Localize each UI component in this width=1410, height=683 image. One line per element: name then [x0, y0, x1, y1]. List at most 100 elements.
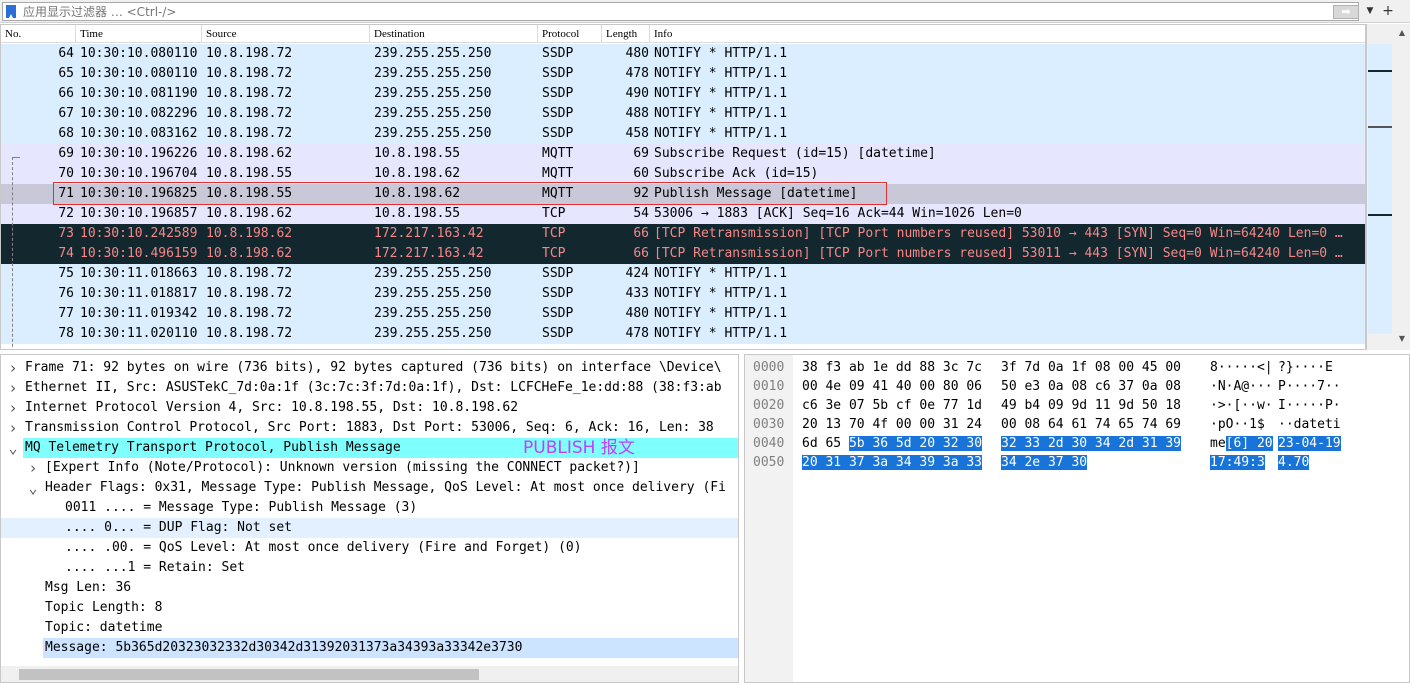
packet-source: 10.8.198.55 [206, 166, 293, 181]
packet-length: 66 [633, 246, 649, 261]
detail-tree-row[interactable]: Msg Len: 36 [1, 578, 738, 598]
packet-no: 64 [58, 46, 74, 61]
column-header-no[interactable]: No. [1, 25, 76, 43]
hex-bytes[interactable]: 50 e3 0a 08 c6 37 0a 08 [1001, 377, 1181, 396]
ascii-bytes[interactable]: I·····P· [1278, 396, 1341, 415]
ascii-bytes[interactable]: 4.70 [1278, 453, 1310, 472]
detail-tree-row[interactable]: 0011 .... = Message Type: Publish Messag… [1, 498, 738, 518]
packet-row[interactable]: 65 10:30:10.080110 10.8.198.72 239.255.255.… [1, 64, 1365, 84]
column-header-protocol[interactable]: Protocol [538, 25, 602, 43]
packet-bytes-pane: 0000 38 f3 ab 1e dd 88 3c 7c 3f 7d 0a 1f 0… [744, 354, 1410, 683]
packet-row[interactable]: 67 10:30:10.082296 10.8.198.72 239.255.255.… [1, 104, 1365, 124]
hex-bytes[interactable]: 20 31 37 3a 34 39 3a 33 [802, 453, 983, 472]
byte-offset: 0010 [753, 379, 785, 394]
packet-row[interactable]: 69 10:30:10.196226 10.8.198.62 10.8.198.55 M… [1, 144, 1365, 164]
ascii-bytes[interactable]: 17:49:3 [1210, 453, 1265, 472]
packet-row[interactable]: 77 10:30:11.019342 10.8.198.72 239.255.255.… [1, 304, 1365, 324]
detail-tree-text: Transmission Control Protocol, Src Port:… [25, 420, 714, 435]
ascii-bytes[interactable]: ·N·A@··· [1210, 377, 1273, 396]
packet-list-scrollbar[interactable]: ▲ ▼ [1366, 24, 1410, 350]
scroll-up-icon[interactable]: ▲ [1395, 26, 1409, 40]
bookmark-icon[interactable] [6, 5, 16, 18]
detail-tree-row[interactable]: .... .00. = QoS Level: At most once deli… [1, 538, 738, 558]
hex-bytes[interactable]: 3f 7d 0a 1f 08 00 45 00 [1001, 358, 1181, 377]
column-header-source[interactable]: Source [202, 25, 370, 43]
packet-row[interactable]: 78 10:30:11.020110 10.8.198.72 239.255.255.… [1, 324, 1365, 344]
detail-tree-row[interactable]: › Internet Protocol Version 4, Src: 10.8.… [1, 398, 738, 418]
hex-bytes[interactable]: 49 b4 09 9d 11 9d 50 18 [1001, 396, 1181, 415]
ascii-bytes[interactable]: ·>·[··w· [1210, 396, 1273, 415]
packet-row[interactable]: 66 10:30:10.081190 10.8.198.72 239.255.255.… [1, 84, 1365, 104]
scrollbar-thumb[interactable] [19, 669, 479, 680]
packet-row[interactable]: 74 10:30:10.496159 10.8.198.62 172.217.163.… [1, 244, 1365, 264]
ascii-bytes[interactable]: ·pO··1$ [1210, 415, 1265, 434]
packet-row[interactable]: 76 10:30:11.018817 10.8.198.72 239.255.255.… [1, 284, 1365, 304]
detail-tree-row[interactable]: › Transmission Control Protocol, Src Port… [1, 418, 738, 438]
chevron-right-icon[interactable]: › [7, 418, 19, 438]
detail-tree-row[interactable]: .... 0... = DUP Flag: Not set [1, 518, 738, 538]
hex-bytes[interactable]: 38 f3 ab 1e dd 88 3c 7c [802, 358, 982, 377]
ascii-bytes[interactable]: P····7·· [1278, 377, 1341, 396]
chevron-down-icon[interactable]: ▼ [1363, 3, 1377, 20]
detail-tree-text: Topic Length: 8 [45, 600, 163, 615]
column-header-destination[interactable]: Destination [370, 25, 538, 43]
scroll-down-icon[interactable]: ▼ [1395, 332, 1409, 346]
chevron-right-icon[interactable]: › [27, 458, 39, 478]
ascii-bytes[interactable]: ··dateti [1278, 415, 1341, 434]
packet-destination: 239.255.255.250 [374, 266, 492, 281]
packet-protocol: MQTT [542, 146, 574, 161]
packet-protocol: SSDP [542, 306, 574, 321]
column-header-info[interactable]: Info [650, 25, 1365, 43]
packet-row[interactable]: 73 10:30:10.242589 10.8.198.62 172.217.163.… [1, 224, 1365, 244]
chevron-right-icon[interactable]: › [7, 378, 19, 398]
chevron-down-icon[interactable]: ⌄ [7, 438, 19, 458]
packet-time: 10:30:10.080110 [80, 66, 198, 81]
chevron-right-icon[interactable]: › [7, 358, 19, 378]
hex-bytes[interactable]: 20 13 70 4f 00 00 31 24 [802, 415, 982, 434]
packet-row[interactable]: 75 10:30:11.018663 10.8.198.72 239.255.255.… [1, 264, 1365, 284]
packet-destination: 239.255.255.250 [374, 46, 492, 61]
packet-protocol: TCP [542, 206, 566, 221]
column-header-length[interactable]: Length [602, 25, 650, 43]
detail-tree-row[interactable]: ⌄ Header Flags: 0x31, Message Type: Publi… [1, 478, 738, 498]
column-header-time[interactable]: Time [76, 25, 202, 43]
add-filter-button[interactable]: + [1381, 2, 1395, 20]
packet-minimap[interactable] [1368, 44, 1392, 334]
byte-row: 0000 38 f3 ab 1e dd 88 3c 7c 3f 7d 0a 1f 0… [745, 358, 1409, 377]
detail-tree-row[interactable]: Topic Length: 8 [1, 598, 738, 618]
ascii-bytes[interactable]: 23-04-19 [1278, 434, 1341, 453]
hex-bytes[interactable]: 34 2e 37 30 [1001, 453, 1088, 472]
ascii-bytes[interactable]: me[6] 20 [1210, 434, 1273, 453]
packet-row[interactable]: 64 10:30:10.080110 10.8.198.72 239.255.255.… [1, 44, 1365, 64]
details-horizontal-scrollbar[interactable] [1, 666, 738, 682]
apply-filter-button[interactable]: ➡ [1333, 5, 1359, 19]
chevron-down-icon[interactable]: ⌄ [27, 478, 39, 498]
packet-info: NOTIFY * HTTP/1.1 [654, 46, 788, 61]
packet-row[interactable]: 70 10:30:10.196704 10.8.198.55 10.8.198.62 M… [1, 164, 1365, 184]
packet-time: 10:30:11.019342 [80, 306, 198, 321]
packet-info: NOTIFY * HTTP/1.1 [654, 106, 788, 121]
hex-bytes-plain: 50 e3 0a 08 c6 37 0a 08 [1001, 379, 1182, 394]
hex-bytes[interactable]: 00 08 64 61 74 65 74 69 [1001, 415, 1181, 434]
ascii-bytes[interactable]: 8·····<| [1210, 358, 1273, 377]
chevron-right-icon[interactable]: › [7, 398, 19, 418]
detail-tree-row[interactable]: › Ethernet II, Src: ASUSTekC_7d:0a:1f (3c… [1, 378, 738, 398]
detail-tree-row[interactable]: › Frame 71: 92 bytes on wire (736 bits), … [1, 358, 738, 378]
packet-row[interactable]: 68 10:30:10.083162 10.8.198.72 239.255.255.… [1, 124, 1365, 144]
packet-row[interactable]: 72 10:30:10.196857 10.8.198.62 10.8.198.55 T… [1, 204, 1365, 224]
ascii-bytes[interactable]: ?}····E [1278, 358, 1333, 377]
detail-tree-row[interactable]: .... ...1 = Retain: Set [1, 558, 738, 578]
hex-bytes[interactable]: c6 3e 07 5b cf 0e 77 1d [802, 396, 982, 415]
hex-bytes[interactable]: 6d 65 5b 36 5d 20 32 30 [802, 434, 983, 453]
packet-list: No. Time Source Destination Protocol Len… [0, 24, 1366, 350]
detail-tree-row[interactable]: Topic: datetime [1, 618, 738, 638]
hex-bytes[interactable]: 00 4e 09 41 40 00 80 06 [802, 377, 982, 396]
detail-tree-row[interactable]: Message: 5b365d20323032332d30342d3139203… [1, 638, 738, 658]
packet-protocol: SSDP [542, 46, 574, 61]
hex-bytes-highlighted: 32 33 2d 30 34 2d 31 39 [1001, 436, 1182, 451]
display-filter-box[interactable]: ➡ [2, 2, 1359, 21]
hex-bytes[interactable]: 32 33 2d 30 34 2d 31 39 [1001, 434, 1182, 453]
packet-time: 10:30:10.081190 [80, 86, 198, 101]
detail-tree-row[interactable]: › [Expert Info (Note/Protocol): Unknown v… [1, 458, 738, 478]
display-filter-input[interactable] [23, 4, 1323, 20]
